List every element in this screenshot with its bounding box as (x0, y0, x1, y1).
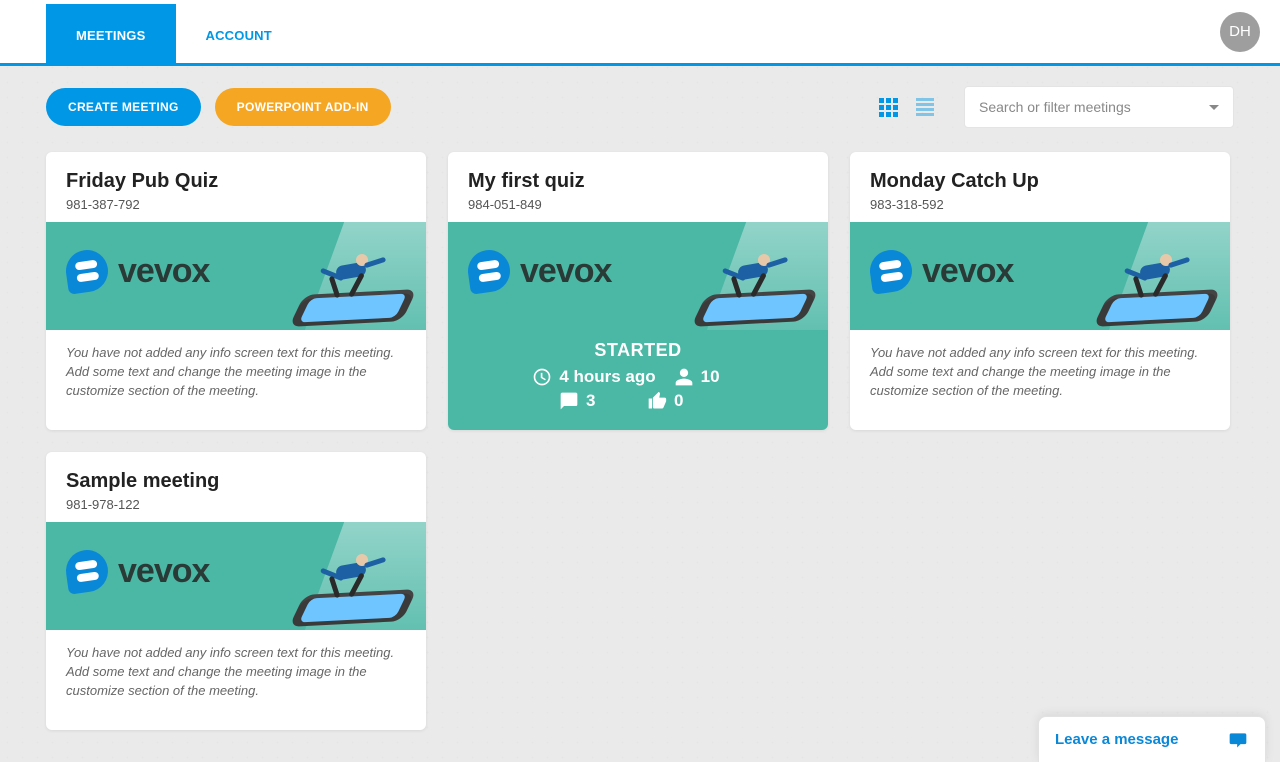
list-view-icon[interactable] (916, 98, 934, 116)
avatar[interactable]: DH (1220, 12, 1260, 52)
meeting-info-text: You have not added any info screen text … (850, 330, 1230, 430)
vevox-logo: vevox (66, 550, 209, 592)
meeting-info-text: You have not added any info screen text … (46, 630, 426, 730)
create-meeting-button[interactable]: CREATE MEETING (46, 88, 201, 126)
speech-bubble-icon (1227, 730, 1249, 750)
top-nav: MEETINGS ACCOUNT DH (0, 0, 1280, 66)
surfer-illustration (1122, 250, 1184, 302)
meeting-card[interactable]: Friday Pub Quiz 981-387-792 vevox You ha… (46, 152, 426, 430)
meeting-card[interactable]: My first quiz 984-051-849 vevox STARTED (448, 152, 828, 430)
tab-account[interactable]: ACCOUNT (176, 4, 302, 63)
meeting-started-panel: STARTED 4 hours ago 10 3 0 (448, 330, 828, 430)
powerpoint-addin-button[interactable]: POWERPOINT ADD-IN (215, 88, 391, 126)
participant-count: 10 (701, 367, 720, 387)
tab-meetings[interactable]: MEETINGS (46, 4, 176, 63)
search-filter-input[interactable]: Search or filter meetings (964, 86, 1234, 128)
vevox-logo: vevox (870, 250, 1013, 292)
grid-view-icon[interactable] (879, 98, 898, 117)
chevron-down-icon (1209, 105, 1219, 110)
person-icon (674, 367, 694, 387)
like-count: 0 (674, 391, 683, 411)
meeting-image: vevox (850, 222, 1230, 330)
surfer-illustration (318, 550, 380, 602)
meeting-title: Sample meeting (66, 470, 406, 493)
clock-icon (532, 367, 552, 387)
meeting-image: vevox (46, 522, 426, 630)
chat-widget[interactable]: Leave a message (1038, 716, 1266, 762)
status-label: STARTED (448, 340, 828, 361)
meeting-id: 983-318-592 (870, 197, 1210, 212)
chat-label: Leave a message (1055, 731, 1178, 748)
time-ago: 4 hours ago (559, 367, 655, 387)
meeting-image: vevox (46, 222, 426, 330)
meeting-id: 981-387-792 (66, 197, 406, 212)
vevox-logo: vevox (66, 250, 209, 292)
message-count: 3 (586, 391, 595, 411)
meeting-title: My first quiz (468, 170, 808, 193)
meeting-info-text: You have not added any info screen text … (46, 330, 426, 430)
chat-icon (559, 391, 579, 411)
thumbs-up-icon (647, 391, 667, 411)
meeting-id: 984-051-849 (468, 197, 808, 212)
surfer-illustration (318, 250, 380, 302)
toolbar: CREATE MEETING POWERPOINT ADD-IN Search … (0, 66, 1280, 138)
meeting-image: vevox (448, 222, 828, 330)
meeting-title: Monday Catch Up (870, 170, 1210, 193)
meeting-title: Friday Pub Quiz (66, 170, 406, 193)
meeting-id: 981-978-122 (66, 497, 406, 512)
meetings-grid: Friday Pub Quiz 981-387-792 vevox You ha… (0, 138, 1280, 760)
view-toggles (879, 98, 934, 117)
search-filter-placeholder: Search or filter meetings (979, 99, 1131, 115)
meeting-card[interactable]: Sample meeting 981-978-122 vevox You hav… (46, 452, 426, 730)
meeting-card[interactable]: Monday Catch Up 983-318-592 vevox You ha… (850, 152, 1230, 430)
